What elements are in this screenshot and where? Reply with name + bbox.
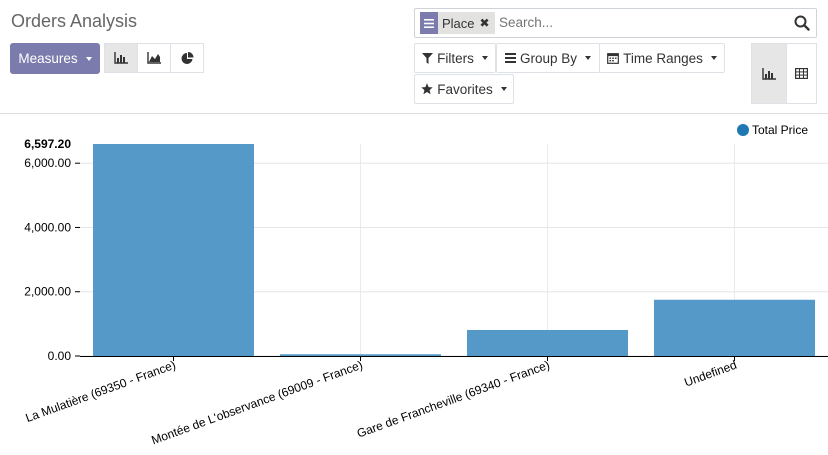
group-by-label: Group By [519, 50, 578, 66]
pie-chart-icon [181, 51, 193, 64]
pivot-view-button[interactable] [786, 43, 817, 104]
calendar-icon [607, 53, 620, 64]
bar-chart-button[interactable] [104, 43, 138, 73]
chart-area: 0.00 2,000.00 4,000.00 6,000.00 6,597.20 La M… [0, 114, 828, 450]
y-tick-label: 6,000.00 [24, 156, 71, 170]
filters-label: Filters [437, 50, 474, 66]
y-tick-label: 0.00 [48, 349, 72, 363]
filters-button[interactable]: Filters [414, 43, 496, 73]
search-facet[interactable]: Place ✖ [420, 12, 495, 34]
caret-down-icon [500, 87, 507, 91]
x-tick-label: Undefined [682, 358, 738, 390]
search-bar: Place ✖ [414, 8, 817, 38]
view-switcher [751, 43, 817, 104]
group-by-button[interactable]: Group By [496, 43, 600, 73]
graph-view-button[interactable] [751, 43, 787, 104]
measures-label: Measures [18, 51, 78, 66]
x-tick-label: La Mulatière (69350 - France) [24, 358, 178, 425]
caret-down-icon [481, 56, 488, 60]
bar[interactable] [280, 354, 441, 356]
bar[interactable] [654, 299, 815, 356]
favorites-button[interactable]: Favorites [414, 74, 514, 104]
caret-down-icon [585, 56, 592, 60]
filter-icon [422, 52, 434, 64]
graph-view-icon [762, 67, 776, 80]
y-max-label: 6,597.20 [24, 137, 71, 151]
time-ranges-label: Time Ranges [623, 50, 703, 66]
measures-button[interactable]: Measures [10, 43, 100, 74]
list-icon [420, 12, 438, 34]
caret-down-icon [85, 56, 92, 61]
bars-icon [504, 53, 516, 63]
line-chart-button[interactable] [137, 43, 171, 73]
x-tick-label: Montée de L'observance (69009 - France) [149, 358, 364, 448]
favorites-label: Favorites [437, 81, 493, 97]
control-panel: Orders Analysis Measures Place✖ Filters … [0, 0, 828, 114]
star-icon [421, 83, 433, 95]
bar-chart-icon [114, 52, 128, 64]
page-title: Orders Analysis [11, 11, 138, 31]
legend-label: Total Price [752, 123, 808, 137]
bar[interactable] [467, 329, 628, 356]
y-tick-label: 4,000.00 [24, 220, 71, 234]
line-chart-icon [147, 52, 161, 64]
close-icon[interactable]: ✖ [480, 16, 490, 30]
bar[interactable] [93, 144, 254, 356]
time-ranges-button[interactable]: Time Ranges [599, 43, 725, 73]
search-icon[interactable] [794, 15, 810, 31]
legend-dot [737, 124, 749, 136]
bar-chart: 0.00 2,000.00 4,000.00 6,000.00 6,597.20 La M… [24, 123, 828, 448]
caret-down-icon [710, 56, 717, 60]
pivot-view-icon [795, 68, 808, 79]
chart-type-switcher [104, 43, 204, 73]
pie-chart-button[interactable] [170, 43, 204, 73]
search-input[interactable] [499, 15, 779, 30]
y-tick-label: 2,000.00 [24, 285, 71, 299]
x-tick-label: Gare de Francheville (69340 - France) [355, 358, 552, 441]
facet-value: Place [442, 15, 475, 31]
